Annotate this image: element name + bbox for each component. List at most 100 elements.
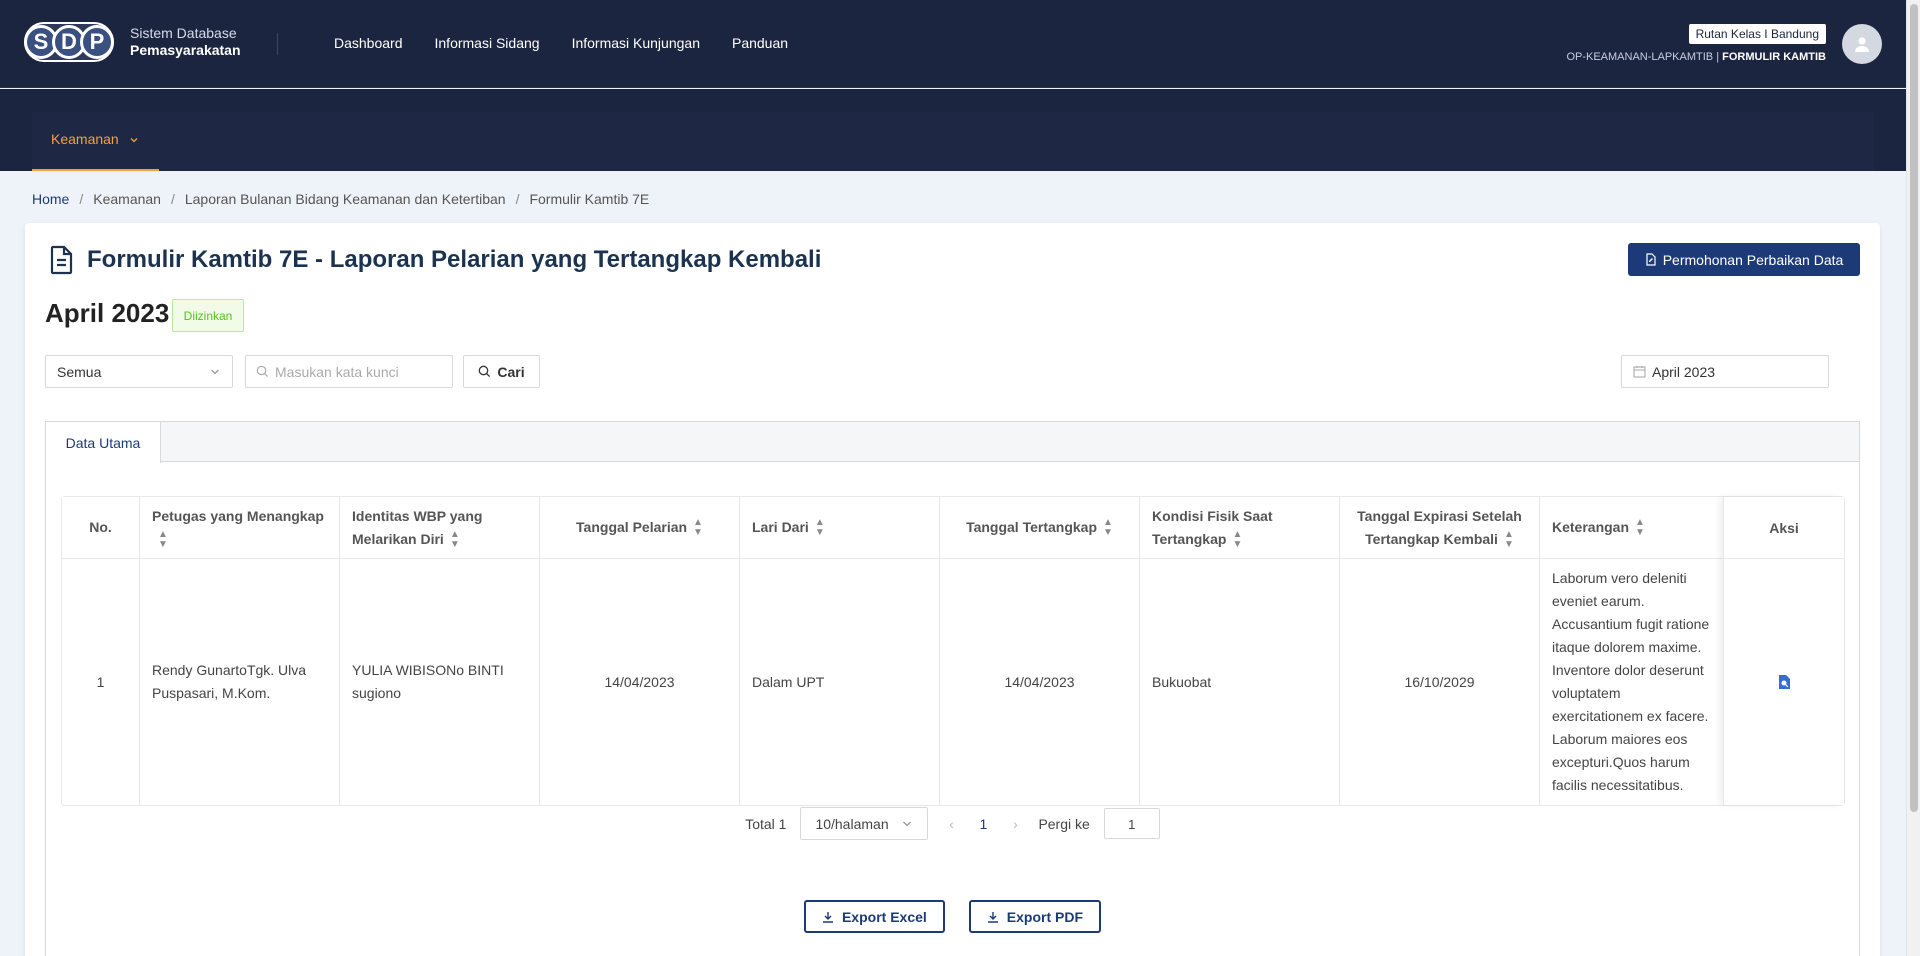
cell-tanggal-pelarian: 14/04/2023 [540,559,740,805]
search-icon [479,365,491,378]
breadcrumb-laporan[interactable]: Laporan Bulanan Bidang Keamanan dan Kete… [185,191,506,207]
nav-informasi-sidang[interactable]: Informasi Sidang [435,35,540,51]
sort-icon[interactable]: ▲ ▼ [693,517,703,538]
org-badge: Rutan Kelas I Bandung [1688,24,1826,44]
sort-icon[interactable]: ▲ ▼ [158,529,168,550]
nav-informasi-kunjungan[interactable]: Informasi Kunjungan [572,35,700,51]
page-scrollbar[interactable] [1906,0,1920,956]
document-icon [50,245,73,275]
nav-dashboard[interactable]: Dashboard [334,35,403,51]
col-tanggal-pelarian[interactable]: Tanggal Pelarian ▲ ▼ [540,497,740,558]
col-keterangan[interactable]: Keterangan ▲ ▼ [1540,497,1725,558]
export-excel-button[interactable]: Export Excel [803,900,945,933]
search-button-label: Cari [497,363,525,380]
table-row: 1 Rendy GunartoTgk. Ulva Puspasari, M.Ko… [62,559,1844,805]
table-header: No. Petugas yang Menangkap ▲ ▼ Identitas W… [62,497,1844,559]
sort-icon[interactable]: ▲ ▼ [450,529,460,550]
breadcrumb: Home / Keamanan / Laporan Bulanan Bidang Kea… [32,191,649,207]
col-kondisi-fisik[interactable]: Kondisi Fisik Saat Tertangkap ▲ ▼ [1140,497,1340,558]
total-count: Total 1 [745,815,787,832]
goto-label: Pergi ke [1038,815,1090,832]
view-detail-icon[interactable] [1777,674,1791,690]
main-card: Formulir Kamtib 7E - Laporan Pelarian ya… [25,223,1880,956]
sort-icon[interactable]: ▲ ▼ [1504,529,1514,550]
page-size-select[interactable]: 10/halaman [800,807,929,840]
user-role: OP-KEAMANAN-LAPKAMTIB | FORMULIR KAMTIB [1566,51,1826,63]
cell-no: 1 [62,559,140,805]
report-period: April 2023 [45,298,170,328]
role-prefix: OP-KEAMANAN-LAPKAMTIB [1566,51,1714,63]
chevron-down-icon [130,138,138,143]
cell-petugas: Rendy GunartoTgk. Ulva Puspasari, M.Kom. [140,559,340,805]
export-pdf-label: Export PDF [1006,908,1084,925]
permohonan-perbaikan-button[interactable]: Permohonan Perbaikan Data [1628,243,1860,276]
col-lari-dari-label: Lari Dari [752,519,809,535]
breadcrumb-home[interactable]: Home [32,191,69,207]
cell-lari-dari: Dalam UPT [740,559,940,805]
cell-aksi [1724,559,1844,805]
col-lari-dari[interactable]: Lari Dari ▲ ▼ [740,497,940,558]
avatar[interactable] [1842,24,1882,64]
col-aksi-label: Aksi [1724,497,1844,559]
cell-tanggal-expirasi: 16/10/2029 [1340,559,1540,805]
breadcrumb-separator: / [170,191,175,207]
col-tanggal-pelarian-label: Tanggal Pelarian [576,519,688,535]
keterangan-text: Laborum vero deleniti eveniet earum. Acc… [1552,570,1710,793]
goto-page-input[interactable]: 1 [1103,808,1160,839]
sort-icon[interactable]: ▲ ▼ [1635,517,1645,538]
breadcrumb-keamanan[interactable]: Keamanan [93,191,161,207]
col-keterangan-label: Keterangan [1552,519,1630,535]
nav-panduan[interactable]: Panduan [732,35,788,51]
role-section: FORMULIR KAMTIB [1722,51,1826,63]
tab-bar: Data Utama [46,422,1859,463]
chevron-down-icon [903,821,912,827]
page-number-1[interactable]: 1 [974,816,992,832]
col-aksi: Aksi [1723,497,1844,805]
sort-icon[interactable]: ▲ ▼ [1103,517,1113,538]
download-icon [987,911,998,923]
col-no-label: No. [89,519,112,535]
col-tanggal-tertangkap-label: Tanggal Tertangkap [966,519,1098,535]
export-excel-label: Export Excel [841,908,927,925]
month-picker[interactable]: April 2023 [1621,355,1829,388]
sort-icon[interactable]: ▲ ▼ [815,517,825,538]
file-edit-icon [1646,253,1656,266]
prev-page-button[interactable]: ‹ [942,816,960,832]
logo-mark: S D P [24,22,114,62]
export-pdf-button[interactable]: Export PDF [968,900,1102,933]
sub-nav: Keamanan [0,89,1906,171]
user-icon [1855,37,1869,52]
logo-letter-p: P [80,25,114,59]
filter-select-value: Semua [57,364,102,380]
search-input[interactable] [275,363,445,380]
search-box[interactable] [245,355,453,388]
page-title-text: Formulir Kamtib 7E - Laporan Pelarian ya… [87,246,822,273]
chevron-down-icon [211,369,219,375]
logo-line-2: Pemasyarakatan [130,42,241,58]
col-identitas[interactable]: Identitas WBP yang Melarikan Diri ▲ ▼ [340,497,540,558]
next-page-button[interactable]: › [1006,816,1024,832]
col-no: No. [62,497,140,558]
menu-keamanan[interactable]: Keamanan [32,112,159,171]
cell-kondisi-fisik: Bukuobat [1140,559,1340,805]
filter-select[interactable]: Semua [45,355,233,388]
tab-data-utama[interactable]: Data Utama [46,422,161,463]
col-kondisi-fisik-label: Kondisi Fisik Saat Tertangkap [1152,507,1273,547]
col-tanggal-expirasi[interactable]: Tanggal Expirasi Setelah Tertangkap Kemb… [1340,497,1540,558]
sort-icon[interactable]: ▲ ▼ [1232,529,1242,550]
role-separator: | [1713,51,1723,63]
data-table: No. Petugas yang Menangkap ▲ ▼ Identitas W… [61,496,1845,806]
col-petugas-label: Petugas yang Menangkap [152,507,324,524]
menu-keamanan-label: Keamanan [51,131,119,147]
col-tanggal-tertangkap[interactable]: Tanggal Tertangkap ▲ ▼ [940,497,1140,558]
logo-text: Sistem Database Pemasyarakatan [130,25,241,59]
header-divider [277,33,278,55]
breadcrumb-current: Formulir Kamtib 7E [529,191,650,207]
col-petugas[interactable]: Petugas yang Menangkap ▲ ▼ [140,497,340,558]
scrollbar-thumb[interactable] [1910,4,1918,812]
user-info: Rutan Kelas I Bandung OP-KEAMANAN-LAPKAM… [1566,24,1826,63]
download-icon [822,911,833,923]
app-logo[interactable]: S D P Sistem Database Pemasyarakatan [24,22,241,62]
top-header: S D P Sistem Database Pemasyarakatan Das… [0,0,1906,88]
search-button[interactable]: Cari [463,355,540,388]
